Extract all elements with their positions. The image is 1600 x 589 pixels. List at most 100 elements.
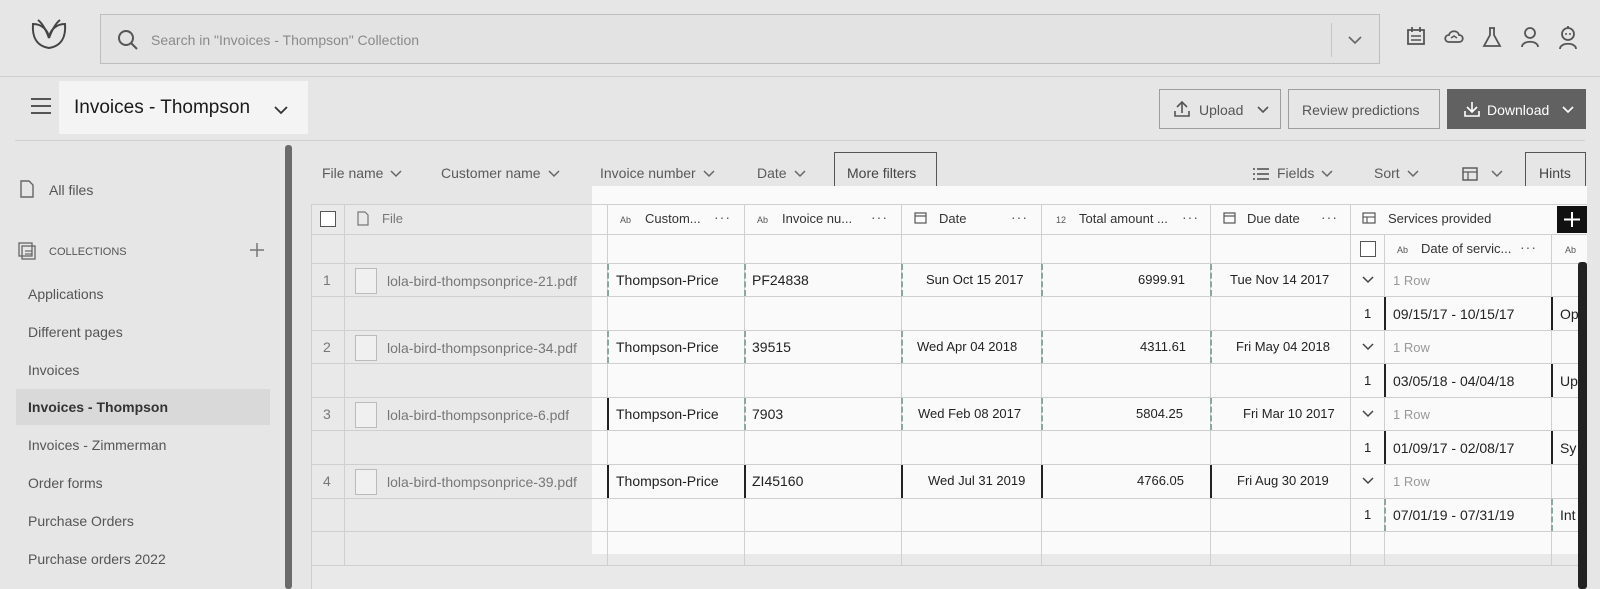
- file-thumbnail[interactable]: [355, 469, 377, 495]
- add-column-button[interactable]: [1557, 206, 1587, 233]
- customer-cell[interactable]: Thompson-Price: [616, 406, 719, 422]
- invoice-number-cell[interactable]: 39515: [752, 339, 791, 355]
- grid-line: [311, 565, 1587, 566]
- menu-icon[interactable]: [30, 97, 52, 115]
- date-cell[interactable]: Wed Apr 04 2018: [917, 339, 1017, 354]
- calendar-icon[interactable]: [1406, 26, 1426, 46]
- column-header-file[interactable]: File: [382, 211, 403, 226]
- fields-label: Fields: [1277, 165, 1315, 181]
- download-button[interactable]: Download: [1447, 89, 1586, 129]
- column-header-due-date[interactable]: Due date: [1247, 211, 1300, 226]
- sidebar-item-invoices-zimmerman[interactable]: Invoices - Zimmerman: [16, 427, 270, 463]
- search-bar[interactable]: [100, 14, 1380, 64]
- select-all-checkbox[interactable]: [320, 211, 336, 227]
- date-of-service-cell[interactable]: 01/09/17 - 02/08/17: [1393, 440, 1514, 456]
- sidebar-item-invoices-thompson[interactable]: Invoices - Thompson: [16, 389, 270, 425]
- grid-scrollbar[interactable]: [1578, 262, 1587, 589]
- expand-chevron-icon[interactable]: [1361, 409, 1375, 419]
- column-header-customer[interactable]: Custom...: [645, 211, 701, 226]
- file-thumbnail[interactable]: [355, 402, 377, 428]
- service-cell[interactable]: Op: [1560, 306, 1578, 322]
- sidebar-item-purchase-orders[interactable]: Purchase Orders: [16, 503, 270, 539]
- chevron-down-icon[interactable]: [1347, 32, 1363, 48]
- file-name-filter[interactable]: File name: [322, 165, 403, 181]
- search-input[interactable]: [151, 27, 1281, 53]
- divider: [15, 140, 1585, 141]
- column-menu-icon[interactable]: ···: [1520, 239, 1537, 255]
- date-filter[interactable]: Date: [757, 165, 807, 181]
- fields-button[interactable]: Fields: [1253, 165, 1334, 181]
- customer-cell[interactable]: Thompson-Price: [616, 272, 719, 288]
- customer-cell[interactable]: Thompson-Price: [616, 473, 719, 489]
- sidebar-item-applications[interactable]: Applications: [16, 276, 270, 312]
- customer-name-filter[interactable]: Customer name: [441, 165, 561, 181]
- cloud-icon[interactable]: [1443, 26, 1465, 46]
- column-header-date-of-service[interactable]: Date of servic...: [1421, 241, 1511, 256]
- logo-icon[interactable]: [30, 18, 68, 52]
- column-menu-icon[interactable]: ···: [1321, 209, 1338, 225]
- sidebar-item-purchase-orders-2022[interactable]: Purchase orders 2022: [16, 541, 270, 577]
- download-icon: [1464, 100, 1480, 118]
- due-date-cell[interactable]: Tue Nov 14 2017: [1230, 272, 1329, 287]
- sidebar-item-different-pages[interactable]: Different pages: [16, 314, 270, 350]
- expand-chevron-icon[interactable]: [1361, 342, 1375, 352]
- review-predictions-button[interactable]: Review predictions: [1288, 89, 1440, 129]
- date-of-service-cell[interactable]: 07/01/19 - 07/31/19: [1393, 507, 1514, 523]
- view-toggle-button[interactable]: [1462, 165, 1504, 181]
- date-cell[interactable]: Wed Feb 08 2017: [918, 406, 1021, 421]
- date-of-service-cell[interactable]: 09/15/17 - 10/15/17: [1393, 306, 1514, 322]
- sidebar-item-label: Invoices: [28, 362, 80, 378]
- column-header-services-provided[interactable]: Services provided: [1388, 211, 1491, 226]
- sidebar-scrollbar[interactable]: [285, 145, 292, 589]
- add-collection-icon[interactable]: [249, 242, 265, 258]
- hints-label: Hints: [1539, 165, 1571, 181]
- due-date-cell[interactable]: Fri May 04 2018: [1236, 339, 1330, 354]
- invoice-number-filter[interactable]: Invoice number: [600, 165, 716, 181]
- grid-line: [311, 234, 1587, 235]
- review-predictions-label: Review predictions: [1302, 102, 1420, 118]
- invoice-number-cell[interactable]: ZI45160: [752, 473, 803, 489]
- upload-button[interactable]: Upload: [1159, 89, 1281, 129]
- collection-selector[interactable]: Invoices - Thompson: [59, 81, 308, 134]
- service-cell[interactable]: Up: [1560, 373, 1578, 389]
- sort-button[interactable]: Sort: [1374, 165, 1420, 181]
- column-menu-icon[interactable]: ···: [1182, 209, 1199, 225]
- column-menu-icon[interactable]: ···: [1011, 209, 1028, 225]
- customer-cell[interactable]: Thompson-Price: [616, 339, 719, 355]
- due-date-cell[interactable]: Fri Aug 30 2019: [1237, 473, 1329, 488]
- select-all-subrows-checkbox[interactable]: [1360, 241, 1376, 257]
- invoice-number-cell[interactable]: 7903: [752, 406, 783, 422]
- column-header-invoice-number[interactable]: Invoice nu...: [782, 211, 852, 226]
- sidebar-item-all-files[interactable]: All files: [16, 172, 270, 208]
- user-icon[interactable]: [1520, 26, 1540, 48]
- file-thumbnail[interactable]: [355, 268, 377, 294]
- total-amount-cell[interactable]: 4311.61: [1140, 339, 1186, 354]
- sidebar-item-invoices[interactable]: Invoices: [16, 352, 270, 388]
- collections-label: COLLECTIONS: [49, 246, 127, 258]
- total-amount-cell[interactable]: 4766.05: [1137, 473, 1184, 488]
- date-cell[interactable]: Sun Oct 15 2017: [926, 272, 1024, 287]
- invoice-number-cell[interactable]: PF24838: [752, 272, 809, 288]
- file-thumbnail[interactable]: [355, 335, 377, 361]
- service-cell[interactable]: Sy: [1560, 440, 1578, 456]
- expand-chevron-icon[interactable]: [1361, 476, 1375, 486]
- service-cell[interactable]: Int: [1560, 507, 1578, 523]
- due-date-cell[interactable]: Fri Mar 10 2017: [1243, 406, 1335, 421]
- column-header-total-amount[interactable]: Total amount ...: [1079, 211, 1168, 226]
- expand-chevron-icon[interactable]: [1361, 275, 1375, 285]
- file-name-cell[interactable]: lola-bird-thompsonprice-34.pdf: [387, 340, 577, 356]
- column-menu-icon[interactable]: ···: [714, 209, 731, 225]
- file-name-cell[interactable]: lola-bird-thompsonprice-21.pdf: [387, 273, 577, 289]
- sidebar-item-order-forms[interactable]: Order forms: [16, 465, 270, 501]
- date-cell[interactable]: Wed Jul 31 2019: [928, 473, 1025, 488]
- robot-icon[interactable]: [1557, 26, 1579, 50]
- file-name-cell[interactable]: lola-bird-thompsonprice-39.pdf: [387, 474, 577, 490]
- total-amount-cell[interactable]: 6999.91: [1138, 272, 1185, 287]
- file-name-cell[interactable]: lola-bird-thompsonprice-6.pdf: [387, 407, 569, 423]
- column-header-date[interactable]: Date: [939, 211, 966, 226]
- cell-border: [744, 465, 746, 498]
- column-menu-icon[interactable]: ···: [871, 209, 888, 225]
- date-of-service-cell[interactable]: 03/05/18 - 04/04/18: [1393, 373, 1514, 389]
- total-amount-cell[interactable]: 5804.25: [1136, 406, 1183, 421]
- flask-icon[interactable]: [1482, 26, 1502, 48]
